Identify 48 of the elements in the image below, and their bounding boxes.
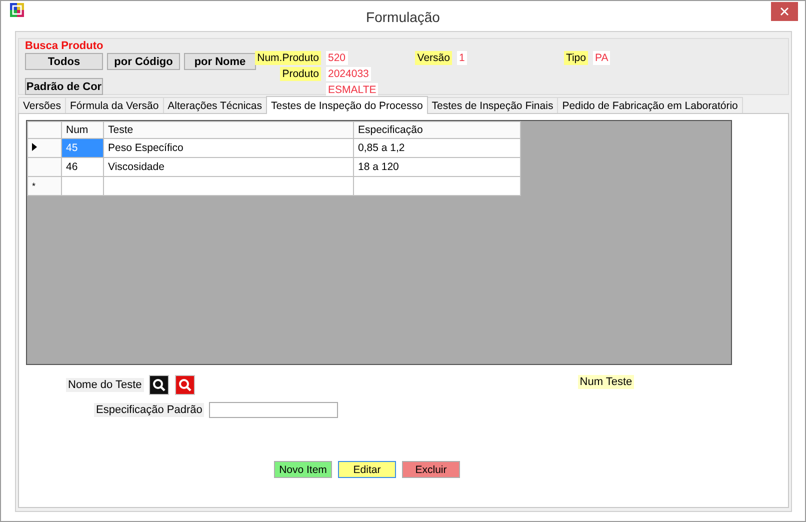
search-button[interactable]: por Nome: [184, 53, 256, 70]
tab[interactable]: Alterações Técnicas: [162, 97, 268, 113]
field-label: Tipo: [564, 51, 588, 65]
field-label: Especificação Padrão: [94, 403, 204, 417]
row-header: [28, 122, 62, 138]
table-cell: 45: [62, 138, 104, 158]
search-button[interactable]: por Código: [107, 53, 180, 70]
field-label: Produto: [280, 67, 321, 81]
input-field[interactable]: [209, 402, 338, 418]
field-value: PA: [593, 51, 610, 65]
column-header[interactable]: Num: [62, 122, 104, 138]
close-icon: [780, 7, 789, 16]
tab[interactable]: Testes de Inspeção do Processo: [266, 96, 428, 114]
table-cell[interactable]: [104, 176, 354, 196]
action-button[interactable]: Editar: [338, 461, 396, 478]
tab[interactable]: Versões: [18, 97, 66, 113]
search-button[interactable]: Padrão de Cor: [25, 78, 103, 95]
search-icon: [152, 378, 166, 392]
action-button[interactable]: Novo Item: [274, 461, 332, 478]
search-button[interactable]: [148, 375, 169, 395]
app-icon: [10, 3, 24, 17]
field-label: Num.Produto: [255, 51, 321, 65]
field-label: Versão: [415, 51, 452, 65]
column-header[interactable]: Teste: [104, 122, 354, 138]
tab[interactable]: Testes de Inspeção Finais: [426, 97, 558, 113]
table-cell: Peso Específico: [104, 138, 354, 158]
table-cell: 46: [62, 158, 104, 176]
table-cell: 18 a 120: [354, 158, 520, 176]
close-button[interactable]: [771, 2, 798, 21]
action-button[interactable]: Excluir: [402, 461, 460, 478]
field-value: 1: [457, 51, 467, 65]
field-label: Nome do Teste: [66, 378, 144, 392]
table-cell[interactable]: [354, 176, 520, 196]
group-title: Busca Produto: [25, 40, 104, 52]
window-title: Formulação: [366, 9, 440, 25]
new-row-marker: *: [32, 181, 36, 191]
table-cell[interactable]: [62, 176, 104, 196]
field-value: 2024033: [326, 67, 371, 81]
search-icon: [178, 378, 192, 392]
tab[interactable]: Pedido de Fabricação em Laboratório: [557, 97, 743, 113]
row-header[interactable]: [28, 138, 62, 158]
table-cell: 0,85 a 1,2: [354, 138, 520, 158]
table-cell: Viscosidade: [104, 158, 354, 176]
field-label: Num Teste: [578, 375, 634, 389]
field-value: 520: [326, 51, 348, 65]
column-header[interactable]: Especificação: [354, 122, 520, 138]
search-button[interactable]: Todos: [25, 53, 103, 70]
field-value: ESMALTE: [326, 83, 378, 97]
